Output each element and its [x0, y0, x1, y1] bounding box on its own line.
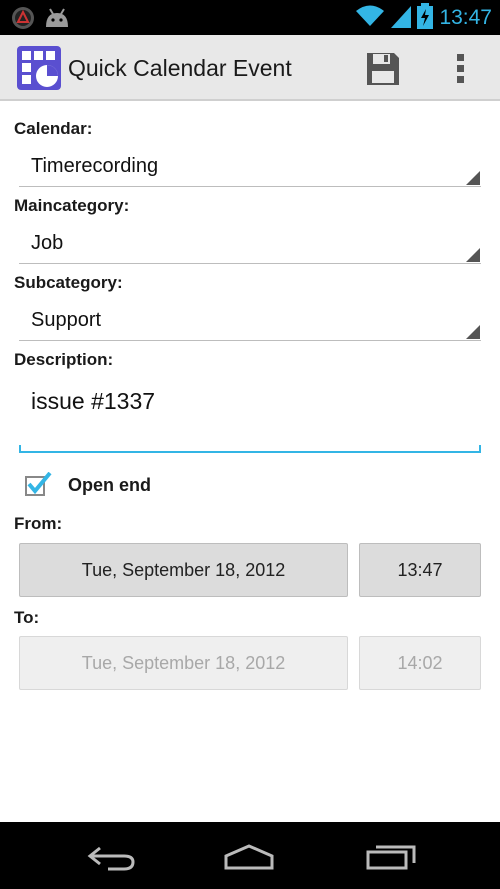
- save-icon: [367, 53, 399, 85]
- app-calendar-icon[interactable]: [17, 46, 61, 90]
- description-label: Description:: [14, 350, 114, 369]
- open-end-label: Open end: [68, 475, 152, 495]
- open-end-checkbox[interactable]: [25, 471, 53, 496]
- dropdown-arrow-icon: [466, 171, 480, 185]
- from-date-button[interactable]: Tue, September 18, 2012: [19, 543, 348, 597]
- to-time-button[interactable]: 14:02: [359, 636, 481, 690]
- notification-icon: [10, 5, 36, 31]
- description-value: issue #1337: [31, 388, 156, 414]
- dropdown-arrow-icon: [466, 325, 480, 339]
- checkmark-icon: [25, 471, 52, 496]
- android-icon: [44, 5, 70, 31]
- maincategory-label: Maincategory:: [14, 196, 130, 215]
- home-button[interactable]: [222, 842, 276, 872]
- overflow-menu-icon: [457, 54, 464, 83]
- subcategory-spinner[interactable]: Support: [19, 303, 481, 341]
- description-input[interactable]: issue #1337: [19, 377, 481, 453]
- maincategory-spinner[interactable]: Job: [19, 226, 481, 264]
- back-button[interactable]: [86, 842, 140, 872]
- calendar-value: Timerecording: [31, 155, 159, 177]
- recents-button[interactable]: [364, 842, 418, 872]
- dropdown-arrow-icon: [466, 248, 480, 262]
- home-icon: [224, 844, 274, 870]
- status-time: 13:47: [439, 6, 492, 29]
- app-title: Quick Calendar Event: [68, 55, 292, 81]
- from-time-button[interactable]: 13:47: [359, 543, 481, 597]
- subcategory-value: Support: [31, 309, 102, 331]
- to-date-button[interactable]: Tue, September 18, 2012: [19, 636, 348, 690]
- signal-icon: [391, 4, 412, 32]
- navigation-bar: [0, 822, 500, 889]
- recents-icon: [366, 845, 416, 870]
- wifi-icon: [355, 4, 385, 32]
- overflow-menu-button[interactable]: [455, 52, 467, 86]
- status-bar: 13:47: [0, 0, 500, 35]
- calendar-spinner[interactable]: Timerecording: [19, 149, 481, 187]
- calendar-label: Calendar:: [14, 119, 93, 138]
- battery-icon: [417, 3, 434, 33]
- from-label: From:: [14, 514, 63, 533]
- back-icon: [87, 846, 135, 871]
- subcategory-label: Subcategory:: [14, 273, 123, 292]
- save-button[interactable]: [366, 52, 400, 86]
- to-label: To:: [14, 608, 40, 627]
- maincategory-value: Job: [31, 232, 64, 254]
